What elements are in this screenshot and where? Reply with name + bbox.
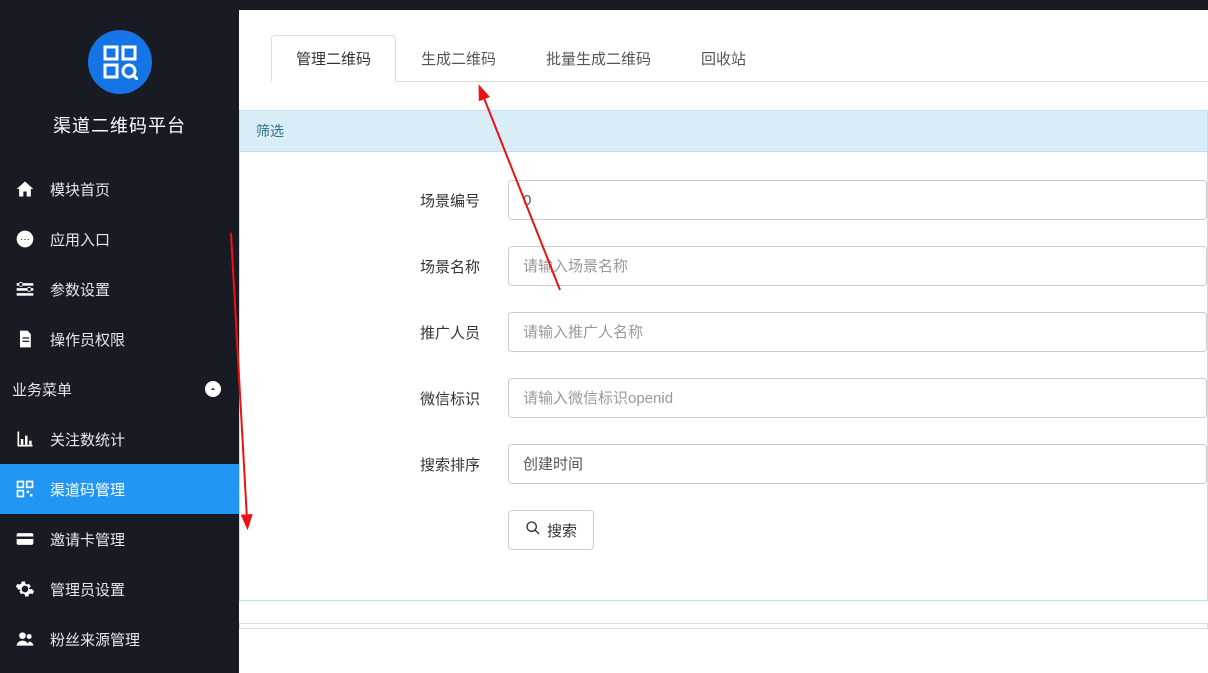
gear-icon	[12, 579, 38, 599]
sidebar-item-label: 渠道码管理	[50, 479, 125, 500]
chevron-down-icon	[205, 381, 221, 397]
svg-text:⋯: ⋯	[20, 234, 30, 245]
sort-select[interactable]: 创建时间	[508, 444, 1207, 484]
sidebar-item-follow-stats[interactable]: 关注数统计	[0, 414, 239, 464]
search-button[interactable]: 搜索	[508, 510, 594, 550]
card-icon	[12, 529, 38, 549]
brand-logo-icon	[88, 30, 152, 94]
sliders-icon	[12, 279, 38, 299]
search-button-label: 搜索	[547, 520, 577, 541]
sidebar-item-label: 粉丝来源管理	[50, 629, 140, 650]
tab-batch-generate-qr[interactable]: 批量生成二维码	[521, 35, 676, 82]
sidebar-item-label: 应用入口	[50, 229, 110, 250]
brand-title: 渠道二维码平台	[53, 112, 186, 138]
sidebar-item-label: 参数设置	[50, 279, 110, 300]
sidebar-item-label: 关注数统计	[50, 429, 125, 450]
tab-generate-qr[interactable]: 生成二维码	[396, 35, 521, 82]
filter-panel: 筛选 场景编号 场景名称 推广人员	[239, 110, 1208, 601]
main-content: 管理二维码 生成二维码 批量生成二维码 回收站 筛选 场景编号 场景名称	[239, 10, 1208, 673]
brand: 渠道二维码平台	[0, 10, 239, 156]
sidebar-item-fan-source[interactable]: 粉丝来源管理	[0, 614, 239, 664]
sidebar-item-label: 操作员权限	[50, 329, 125, 350]
bottom-panel	[239, 623, 1208, 629]
sidebar-item-params[interactable]: 参数设置	[0, 264, 239, 314]
sidebar-item-channel-code[interactable]: 渠道码管理	[0, 464, 239, 514]
search-icon	[525, 520, 541, 540]
sidebar-item-label: 邀请卡管理	[50, 529, 125, 550]
qrcode-icon	[12, 479, 38, 499]
sidebar-item-home[interactable]: 模块首页	[0, 164, 239, 214]
sidebar-item-operator-perm[interactable]: 操作员权限	[0, 314, 239, 364]
sidebar-section-business[interactable]: 业务菜单	[0, 364, 239, 414]
tab-manage-qr[interactable]: 管理二维码	[271, 35, 396, 82]
sidebar-section-label: 业务菜单	[12, 379, 72, 400]
promoter-label: 推广人员	[240, 322, 508, 343]
bar-chart-icon	[12, 429, 38, 449]
nav-main: 模块首页 ⋯ 应用入口 参数设置 操作员权限 业务菜	[0, 164, 239, 664]
sort-label: 搜索排序	[240, 454, 508, 475]
tabs: 管理二维码 生成二维码 批量生成二维码 回收站	[271, 34, 1208, 82]
tab-recycle-bin[interactable]: 回收站	[676, 35, 771, 82]
filter-form: 场景编号 场景名称 推广人员	[240, 152, 1207, 600]
wechat-input[interactable]	[508, 378, 1207, 418]
scene-name-input[interactable]	[508, 246, 1207, 286]
promoter-input[interactable]	[508, 312, 1207, 352]
sidebar-item-app-entry[interactable]: ⋯ 应用入口	[0, 214, 239, 264]
sidebar-item-admin-settings[interactable]: 管理员设置	[0, 564, 239, 614]
file-icon	[12, 329, 38, 349]
home-icon	[12, 179, 38, 199]
users-icon	[12, 629, 38, 649]
sidebar-item-label: 模块首页	[50, 179, 110, 200]
wechat-label: 微信标识	[240, 388, 508, 409]
sidebar-item-label: 管理员设置	[50, 579, 125, 600]
scene-id-label: 场景编号	[240, 190, 508, 211]
sidebar: 渠道二维码平台 模块首页 ⋯ 应用入口 参数设置	[0, 10, 239, 673]
sidebar-item-invite-card[interactable]: 邀请卡管理	[0, 514, 239, 564]
filter-panel-title: 筛选	[240, 111, 1207, 152]
top-bar	[0, 0, 1208, 10]
scene-name-label: 场景名称	[240, 256, 508, 277]
chat-icon: ⋯	[12, 229, 38, 249]
scene-id-input[interactable]	[508, 180, 1207, 220]
